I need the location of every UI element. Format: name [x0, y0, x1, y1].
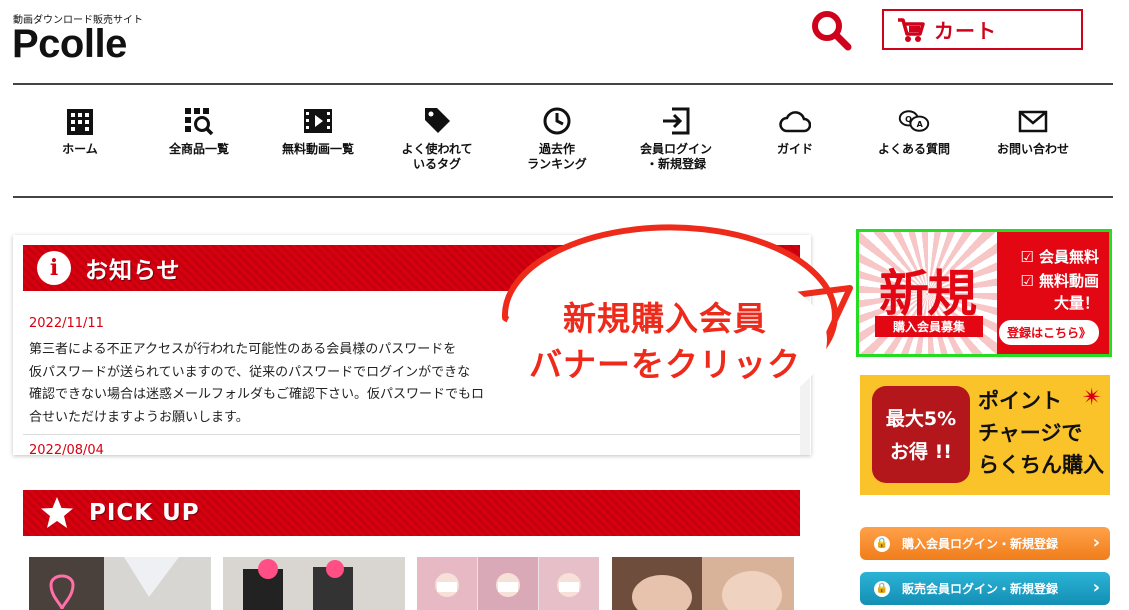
nav-member-login-label: 会員ログイン ・新規登録	[639, 142, 712, 171]
search-icon	[812, 11, 852, 51]
news-header: i お知らせ	[23, 245, 800, 291]
news-date: 2022/11/11	[29, 316, 104, 331]
nav-free-videos[interactable]: 無料動画一覧	[263, 100, 373, 157]
pickup-thumbnail-image	[223, 557, 405, 610]
news-date: 2022/08/04	[29, 443, 104, 455]
building-icon	[67, 109, 93, 135]
main-nav: ホーム 全商品一覧 無料動画一覧 よく使われて いるタグ 過去作 ランキング 会…	[13, 100, 1113, 190]
nav-all-products-label: 全商品一覧	[168, 142, 229, 156]
new-member-banner[interactable]: 新規 購入会員募集 ☑ 会員無料 ☑ 無料動画 大量！ 登録はこちら》	[856, 229, 1112, 357]
register-here-button[interactable]: 登録はこちら》	[998, 320, 1099, 345]
search-button[interactable]	[808, 7, 856, 51]
buyer-login-button[interactable]: 🔒 購入会員ログイン・新規登録 ›	[860, 527, 1110, 560]
pickup-thumbnail-image	[29, 557, 211, 610]
news-divider	[23, 434, 800, 435]
nav-free-videos-label: 無料動画一覧	[281, 142, 354, 156]
nav-contact-label: お問い合わせ	[996, 142, 1069, 156]
discount-badge: 最大5% お得 !!	[872, 386, 970, 483]
discount-note: お得 !!	[890, 441, 952, 463]
point-line: チャージで	[978, 421, 1083, 445]
news-line: 合せいただけますようお願いします。	[29, 409, 249, 425]
nav-popular-tags-label: よく使われて いるタグ	[401, 142, 473, 171]
banner-feature-videos: ☑ 無料動画	[1020, 272, 1099, 290]
pickup-thumbnail-image	[612, 557, 794, 610]
nav-all-products[interactable]: 全商品一覧	[144, 100, 254, 157]
chevron-right-icon: ›	[1092, 532, 1100, 553]
nav-home-label: ホーム	[62, 142, 98, 156]
header-divider	[13, 83, 1113, 85]
seller-login-label: 販売会員ログイン・新規登録	[902, 582, 1059, 596]
clock-icon	[543, 107, 571, 135]
cart-icon	[898, 17, 925, 42]
pickup-thumbnail[interactable]	[223, 557, 405, 610]
nav-faq[interactable]: Q A よくある質問	[859, 100, 969, 157]
nav-past-ranking[interactable]: 過去作 ランキング	[502, 100, 612, 172]
svg-text:Q: Q	[905, 115, 912, 124]
pickup-thumbnail[interactable]	[417, 557, 599, 610]
site-logo[interactable]: Pcolle	[12, 22, 127, 67]
sparkle-icon: ✴	[1081, 383, 1102, 411]
chevron-right-icon: ›	[1092, 577, 1100, 598]
info-icon: i	[37, 251, 71, 285]
mail-icon	[1018, 110, 1048, 133]
banner-feature-many: 大量！	[1053, 294, 1099, 312]
cart-button[interactable]: カート	[882, 9, 1083, 50]
buyer-login-label: 購入会員ログイン・新規登録	[902, 537, 1059, 551]
banner-feature-free: ☑ 会員無料	[1020, 248, 1099, 266]
pickup-title: PICK UP	[89, 500, 200, 526]
callout-line: バナーをクリック	[529, 345, 801, 384]
svg-text:A: A	[917, 120, 924, 129]
cloud-icon	[779, 111, 811, 133]
pickup-thumbnail-image	[417, 557, 599, 610]
nav-member-login[interactable]: 会員ログイン ・新規登録	[621, 100, 731, 172]
lock-icon: 🔒	[874, 580, 890, 597]
pickup-thumbnail[interactable]	[612, 557, 794, 610]
point-charge-banner[interactable]: 最大5% お得 !! ポイント チャージで らくちん購入 ✴	[860, 375, 1110, 495]
cart-label: カート	[934, 19, 997, 43]
nav-guide-label: ガイド	[776, 142, 813, 156]
nav-past-ranking-label: 過去作 ランキング	[527, 142, 587, 171]
tag-icon	[425, 108, 450, 133]
seller-login-button[interactable]: 🔒 販売会員ログイン・新規登録 ›	[860, 572, 1110, 605]
nav-home[interactable]: ホーム	[25, 100, 135, 157]
nav-faq-label: よくある質問	[877, 142, 950, 156]
login-icon	[663, 107, 690, 135]
banner-new-subtitle: 購入会員募集	[875, 316, 983, 337]
qa-bubble-icon: Q A	[898, 110, 930, 132]
nav-contact[interactable]: お問い合わせ	[978, 100, 1088, 157]
news-title: お知らせ	[85, 258, 181, 284]
pickup-header: PICK UP	[23, 490, 800, 536]
point-line: らくちん購入	[978, 453, 1104, 477]
lock-icon: 🔒	[874, 535, 890, 552]
callout-text: 新規購入会員 バナーをクリック	[500, 296, 830, 388]
nav-guide[interactable]: ガイド	[740, 100, 850, 157]
nav-divider	[13, 196, 1113, 198]
star-icon	[41, 497, 73, 528]
film-icon	[304, 109, 332, 133]
discount-rate: 最大5%	[885, 408, 957, 430]
pickup-thumbnail[interactable]	[29, 557, 211, 610]
grid-search-icon	[185, 108, 214, 136]
callout-line: 新規購入会員	[563, 299, 767, 338]
nav-popular-tags[interactable]: よく使われて いるタグ	[382, 100, 492, 172]
